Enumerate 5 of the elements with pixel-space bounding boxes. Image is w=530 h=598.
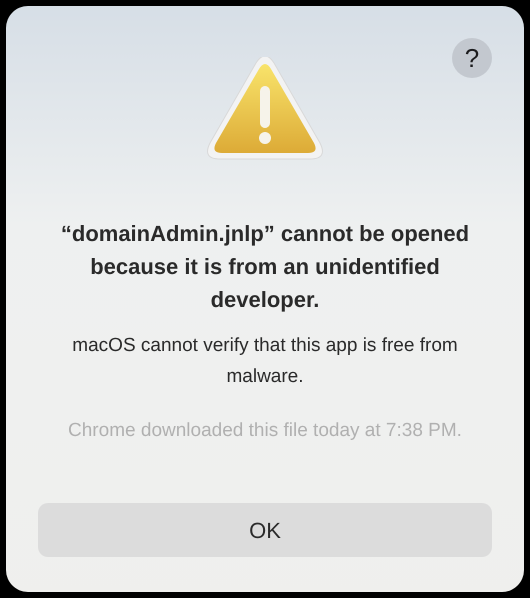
help-button[interactable]: ? [452, 38, 492, 78]
ok-button[interactable]: OK [38, 503, 492, 557]
download-note: Chrome downloaded this file today at 7:38 PM. [67, 419, 463, 443]
dialog-title: “domainAdmin.jnlp” cannot be opened because it is from an unidentified developer. [60, 220, 470, 314]
dialog-message: macOS cannot verify that this app is free from malware. [71, 334, 459, 389]
